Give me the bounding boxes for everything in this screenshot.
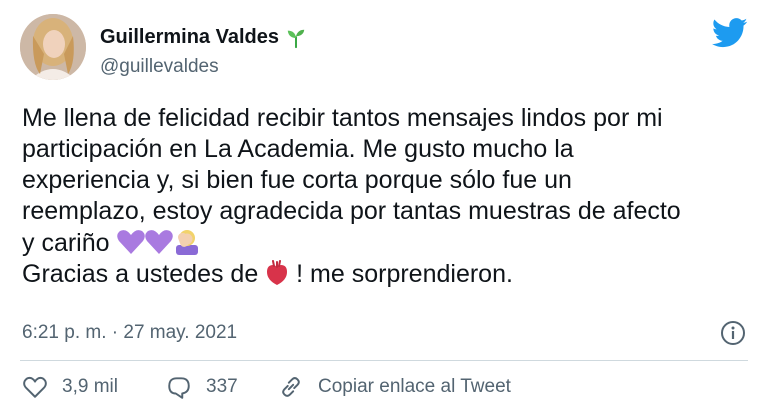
tweet-line-text: Gracias a ustedes de (22, 260, 259, 288)
anatomical-heart-emoji (267, 260, 288, 285)
purple-heart-emoji (116, 230, 145, 254)
tweet-line-emoji: Gracias a ustedes de ! me sorprendieron. (22, 259, 757, 290)
tweet-line: experiencia y, si bien fue corta porque … (22, 166, 572, 194)
tweet-line: Me llena de felicidad recibir tantos men… (22, 104, 663, 132)
copy-link-button[interactable]: Copiar enlace al Tweet (278, 374, 511, 400)
tweet-card: Guillermina Valdes @guillevaldes Me llen… (0, 0, 768, 412)
user-handle[interactable]: @guillevaldes (100, 56, 219, 78)
tweet-line-text: y cariño (22, 229, 110, 257)
person-facepalm-emoji (175, 230, 198, 255)
name-row: Guillermina Valdes (100, 26, 307, 49)
reply-icon (168, 377, 190, 399)
link-icon (282, 377, 300, 397)
copy-link-label: Copiar enlace al Tweet (318, 376, 511, 397)
twitter-logo-icon[interactable] (712, 18, 748, 48)
tweet-timestamp[interactable]: 6:21 p. m. · 27 may. 2021 (22, 322, 237, 344)
like-button[interactable]: 3,9 mil (22, 374, 118, 400)
heart-icon (23, 376, 47, 398)
tweet-line: participación en La Academia. Me gusto m… (22, 135, 574, 163)
tweet-line: reemplazo, estoy agradecida por tantas m… (22, 197, 681, 225)
tweet-line-text: ! me sorprendieron. (296, 260, 513, 288)
purple-heart-emoji (144, 230, 173, 254)
reply-button[interactable]: 337 (166, 374, 238, 400)
divider (20, 360, 748, 361)
tweet-text: Me llena de felicidad recibir tantos men… (22, 103, 757, 290)
display-name[interactable]: Guillermina Valdes (100, 26, 279, 49)
avatar-image (20, 14, 86, 80)
avatar[interactable] (20, 14, 86, 80)
sprout-icon (287, 29, 305, 48)
reply-count: 337 (206, 376, 238, 397)
tweet-line-emoji: y cariño (22, 227, 757, 259)
like-count: 3,9 mil (62, 376, 118, 397)
info-icon[interactable] (720, 320, 746, 346)
